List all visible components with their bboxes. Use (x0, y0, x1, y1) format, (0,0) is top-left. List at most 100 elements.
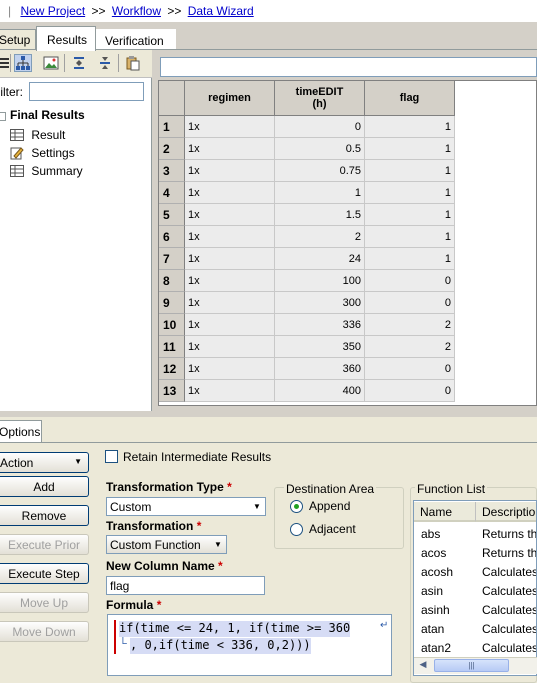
function-list[interactable]: Name Description abs Returns th acos Returns … (413, 500, 537, 676)
grid-cell[interactable]: 24 (275, 248, 365, 270)
row-header[interactable]: 1 (159, 116, 185, 138)
remove-button[interactable]: Remove (0, 505, 89, 526)
column-header[interactable]: timeEDIT (h) (275, 81, 365, 116)
row-header[interactable]: 7 (159, 248, 185, 270)
append-radio[interactable] (290, 500, 303, 513)
function-name[interactable]: acos (421, 546, 446, 560)
grid-cell[interactable]: 1.5 (275, 204, 365, 226)
grid-cell[interactable]: 1x (185, 116, 275, 138)
row-header[interactable]: 12 (159, 358, 185, 380)
move-down-button[interactable]: Move Down (0, 621, 89, 642)
grid-cell[interactable]: 0 (275, 116, 365, 138)
function-list-header-name[interactable]: Name (414, 502, 476, 522)
tree-item-summary[interactable]: Summary (10, 164, 83, 178)
grid-cell[interactable]: 400 (275, 380, 365, 402)
grid-cell[interactable]: 100 (275, 270, 365, 292)
grid-cell[interactable]: 2 (275, 226, 365, 248)
function-name[interactable]: atan (421, 622, 444, 636)
grid-cell[interactable]: 1x (185, 226, 275, 248)
grid-cell[interactable]: 1x (185, 314, 275, 336)
column-header[interactable]: flag (365, 81, 455, 116)
grid-cell[interactable]: 2 (365, 314, 455, 336)
function-name[interactable]: acosh (421, 565, 453, 579)
grid-cell[interactable]: 1 (365, 116, 455, 138)
breadcrumb-new-project[interactable]: New Project (20, 4, 85, 18)
expand-all-icon[interactable] (70, 54, 88, 72)
execute-step-button[interactable]: Execute Step (0, 563, 89, 584)
function-name[interactable]: asin (421, 584, 443, 598)
function-name[interactable]: atan2 (421, 641, 451, 655)
breadcrumb-workflow[interactable]: Workflow (112, 4, 161, 18)
grid-cell[interactable]: 1 (365, 182, 455, 204)
row-header[interactable]: 13 (159, 380, 185, 402)
tree-expander[interactable] (0, 112, 6, 121)
function-name[interactable]: asinh (421, 603, 450, 617)
tree-item-settings[interactable]: Settings (10, 146, 75, 160)
tree-view-icon[interactable] (14, 54, 32, 72)
grid-cell[interactable]: 1 (365, 160, 455, 182)
grid-cell[interactable]: 1x (185, 138, 275, 160)
transformation-type-select[interactable]: Custom ▼ (106, 497, 266, 516)
grid-cell[interactable]: 2 (365, 336, 455, 358)
grid-cell[interactable]: 1x (185, 336, 275, 358)
tree-root-final-results[interactable]: Final Results (10, 108, 85, 122)
grid-cell[interactable]: 1x (185, 248, 275, 270)
column-header[interactable]: regimen (185, 81, 275, 116)
adjacent-radio[interactable] (290, 523, 303, 536)
list-view-icon[interactable] (0, 54, 14, 72)
row-header[interactable]: 5 (159, 204, 185, 226)
tab-results[interactable]: Results (36, 26, 96, 51)
collapse-all-icon[interactable] (96, 54, 114, 72)
grid-cell[interactable]: 0.75 (275, 160, 365, 182)
grid-cell[interactable]: 0 (365, 292, 455, 314)
transformation-select[interactable]: Custom Function ▼ (106, 535, 227, 554)
breadcrumb-data-wizard[interactable]: Data Wizard (188, 4, 254, 18)
grid-cell[interactable]: 0 (365, 358, 455, 380)
grid-cell[interactable]: 1 (365, 226, 455, 248)
grid-cell[interactable]: 0 (365, 380, 455, 402)
scroll-thumb[interactable]: ||| (434, 659, 509, 672)
grid-cell[interactable]: 1 (365, 204, 455, 226)
grid-cell[interactable]: 1x (185, 160, 275, 182)
grid-cell[interactable]: 1 (365, 248, 455, 270)
row-header[interactable]: 4 (159, 182, 185, 204)
grid-cell[interactable]: 350 (275, 336, 365, 358)
row-header[interactable]: 2 (159, 138, 185, 160)
grid-cell[interactable]: 0.5 (275, 138, 365, 160)
grid-cell[interactable]: 1x (185, 292, 275, 314)
tab-options[interactable]: Options (0, 420, 42, 442)
grid-cell[interactable]: 300 (275, 292, 365, 314)
grid-cell[interactable]: 1x (185, 358, 275, 380)
tab-setup[interactable]: Setup (0, 29, 36, 50)
filter-input[interactable] (29, 82, 144, 101)
row-header[interactable]: 10 (159, 314, 185, 336)
tree-item-result[interactable]: Result (10, 128, 65, 142)
grid-cell[interactable]: 0 (365, 270, 455, 292)
grid-cell[interactable]: 1 (275, 182, 365, 204)
row-header[interactable]: 3 (159, 160, 185, 182)
grid-cell[interactable]: 1x (185, 270, 275, 292)
tab-verification[interactable]: Verification (96, 29, 176, 50)
function-name[interactable]: abs (421, 527, 440, 541)
execute-prior-button[interactable]: Execute Prior (0, 534, 89, 555)
retain-results-checkbox[interactable] (105, 450, 118, 463)
add-button[interactable]: Add (0, 476, 89, 497)
grid-cell[interactable]: 1 (365, 138, 455, 160)
grid-cell[interactable]: 360 (275, 358, 365, 380)
image-view-icon[interactable] (42, 54, 60, 72)
paste-icon[interactable] (124, 54, 142, 72)
scroll-left-icon[interactable]: ◀ (415, 659, 431, 673)
row-header[interactable]: 9 (159, 292, 185, 314)
grid-search-input[interactable] (160, 57, 537, 77)
row-header[interactable]: 6 (159, 226, 185, 248)
grid-cell[interactable]: 1x (185, 204, 275, 226)
grid-cell[interactable]: 336 (275, 314, 365, 336)
grid-cell[interactable]: 1x (185, 380, 275, 402)
function-list-header-description[interactable]: Description (476, 502, 536, 522)
row-header[interactable]: 11 (159, 336, 185, 358)
action-dropdown[interactable]: Action ▼ (0, 452, 89, 473)
new-column-name-input[interactable]: flag (106, 576, 265, 595)
move-up-button[interactable]: Move Up (0, 592, 89, 613)
row-header[interactable]: 8 (159, 270, 185, 292)
grid-cell[interactable]: 1x (185, 182, 275, 204)
